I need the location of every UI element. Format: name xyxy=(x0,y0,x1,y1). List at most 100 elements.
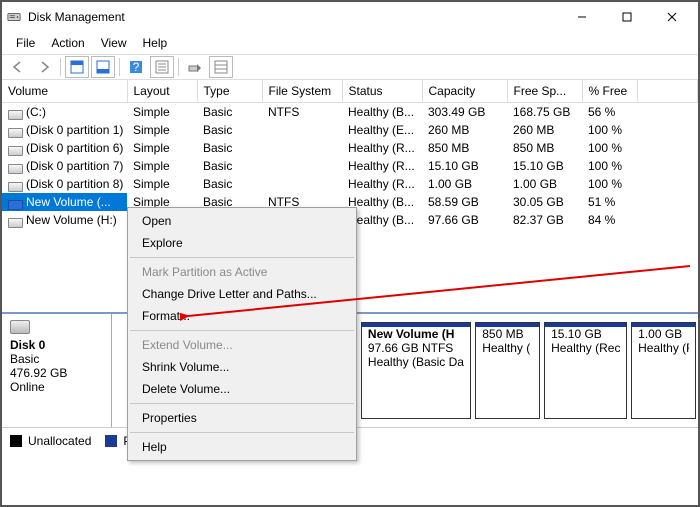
cell-status: Healthy (R... xyxy=(342,139,422,157)
legend-unallocated-swatch xyxy=(10,435,22,447)
action-button[interactable] xyxy=(183,56,207,78)
cell-free: 1.00 GB xyxy=(507,175,582,193)
disk-state: Online xyxy=(10,380,103,394)
cell-name: (Disk 0 partition 7) xyxy=(2,157,127,175)
ctx-open[interactable]: Open xyxy=(128,210,356,232)
volume-icon xyxy=(8,216,22,226)
cell-type: Basic xyxy=(197,103,262,122)
col-extra[interactable] xyxy=(637,80,698,103)
partition-size: 15.10 GB xyxy=(551,327,620,341)
menu-action[interactable]: Action xyxy=(43,34,92,52)
ctx-explore[interactable]: Explore xyxy=(128,232,356,254)
menu-view[interactable]: View xyxy=(93,34,135,52)
partition-block[interactable]: 1.00 GBHealthy (F xyxy=(631,322,696,419)
partition-size: 97.66 GB NTFS xyxy=(368,341,464,355)
settings-button[interactable] xyxy=(150,56,174,78)
cell-layout: Simple xyxy=(127,139,197,157)
cell-pfree: 84 % xyxy=(582,211,637,229)
cell-fs xyxy=(262,157,342,175)
volume-row[interactable]: (Disk 0 partition 7)SimpleBasicHealthy (… xyxy=(2,157,698,175)
col-capacity[interactable]: Capacity xyxy=(422,80,507,103)
volume-icon xyxy=(8,198,22,208)
ctx-delete[interactable]: Delete Volume... xyxy=(128,378,356,400)
cell-name: (Disk 0 partition 6) xyxy=(2,139,127,157)
partition-name: New Volume (H xyxy=(368,327,464,341)
menu-help[interactable]: Help xyxy=(135,34,176,52)
cell-layout: Simple xyxy=(127,103,197,122)
minimize-button[interactable] xyxy=(559,3,604,31)
cell-name: New Volume (... xyxy=(2,193,127,211)
cell-status: Healthy (R... xyxy=(342,175,422,193)
disk-size: 476.92 GB xyxy=(10,366,103,380)
separator xyxy=(119,58,120,76)
menu-file[interactable]: File xyxy=(8,34,43,52)
separator xyxy=(60,58,61,76)
cell-pfree: 100 % xyxy=(582,157,637,175)
cell-pfree: 56 % xyxy=(582,103,637,122)
partition-block[interactable]: 850 MBHealthy ( xyxy=(475,322,540,419)
partition-block[interactable]: 15.10 GBHealthy (Reco xyxy=(544,322,627,419)
disk-title: Disk 0 xyxy=(10,338,103,352)
cell-fs xyxy=(262,139,342,157)
cell-fs xyxy=(262,175,342,193)
ctx-divider xyxy=(130,403,354,404)
svg-text:?: ? xyxy=(133,60,140,74)
cell-free: 30.05 GB xyxy=(507,193,582,211)
disk-type: Basic xyxy=(10,352,103,366)
disk-icon xyxy=(10,320,30,334)
volume-row[interactable]: (C:)SimpleBasicNTFSHealthy (B...303.49 G… xyxy=(2,103,698,122)
col-pfree[interactable]: % Free xyxy=(582,80,637,103)
help-button[interactable]: ? xyxy=(124,56,148,78)
cell-type: Basic xyxy=(197,121,262,139)
back-button[interactable] xyxy=(6,56,30,78)
maximize-button[interactable] xyxy=(604,3,649,31)
cell-name: (Disk 0 partition 1) xyxy=(2,121,127,139)
cell-fs xyxy=(262,121,342,139)
partition-size: 850 MB xyxy=(482,327,533,341)
cell-free: 168.75 GB xyxy=(507,103,582,122)
menubar: File Action View Help xyxy=(2,32,698,54)
forward-button[interactable] xyxy=(32,56,56,78)
window-title: Disk Management xyxy=(28,10,559,24)
cell-status: Healthy (E... xyxy=(342,121,422,139)
view-bottom-button[interactable] xyxy=(91,56,115,78)
ctx-help[interactable]: Help xyxy=(128,436,356,458)
ctx-shrink[interactable]: Shrink Volume... xyxy=(128,356,356,378)
col-free[interactable]: Free Sp... xyxy=(507,80,582,103)
view-top-button[interactable] xyxy=(65,56,89,78)
close-button[interactable] xyxy=(649,3,694,31)
volume-icon xyxy=(8,180,22,190)
partition-block[interactable]: New Volume (H97.66 GB NTFSHealthy (Basic… xyxy=(361,322,471,419)
cell-status: Healthy (B... xyxy=(342,103,422,122)
partition-status: Healthy (F xyxy=(638,341,689,355)
col-filesystem[interactable]: File System xyxy=(262,80,342,103)
col-layout[interactable]: Layout xyxy=(127,80,197,103)
cell-type: Basic xyxy=(197,175,262,193)
cell-pfree: 51 % xyxy=(582,193,637,211)
col-type[interactable]: Type xyxy=(197,80,262,103)
ctx-properties[interactable]: Properties xyxy=(128,407,356,429)
cell-cap: 260 MB xyxy=(422,121,507,139)
titlebar[interactable]: Disk Management xyxy=(2,2,698,32)
volume-row[interactable]: (Disk 0 partition 6)SimpleBasicHealthy (… xyxy=(2,139,698,157)
volume-icon xyxy=(8,108,22,118)
ctx-divider xyxy=(130,257,354,258)
volume-row[interactable]: (Disk 0 partition 1)SimpleBasicHealthy (… xyxy=(2,121,698,139)
legend-primary-swatch xyxy=(105,435,117,447)
cell-pfree: 100 % xyxy=(582,139,637,157)
cell-pfree: 100 % xyxy=(582,121,637,139)
ctx-change-letter[interactable]: Change Drive Letter and Paths... xyxy=(128,283,356,305)
disk-header[interactable]: Disk 0 Basic 476.92 GB Online xyxy=(2,314,112,427)
column-headers[interactable]: Volume Layout Type File System Status Ca… xyxy=(2,80,698,103)
context-menu[interactable]: Open Explore Mark Partition as Active Ch… xyxy=(127,207,357,461)
list-button[interactable] xyxy=(209,56,233,78)
col-status[interactable]: Status xyxy=(342,80,422,103)
ctx-format[interactable]: Format... xyxy=(128,305,356,327)
cell-free: 260 MB xyxy=(507,121,582,139)
partition-size: 1.00 GB xyxy=(638,327,689,341)
ctx-divider xyxy=(130,432,354,433)
volume-row[interactable]: (Disk 0 partition 8)SimpleBasicHealthy (… xyxy=(2,175,698,193)
ctx-extend: Extend Volume... xyxy=(128,334,356,356)
col-volume[interactable]: Volume xyxy=(2,80,127,103)
cell-cap: 1.00 GB xyxy=(422,175,507,193)
